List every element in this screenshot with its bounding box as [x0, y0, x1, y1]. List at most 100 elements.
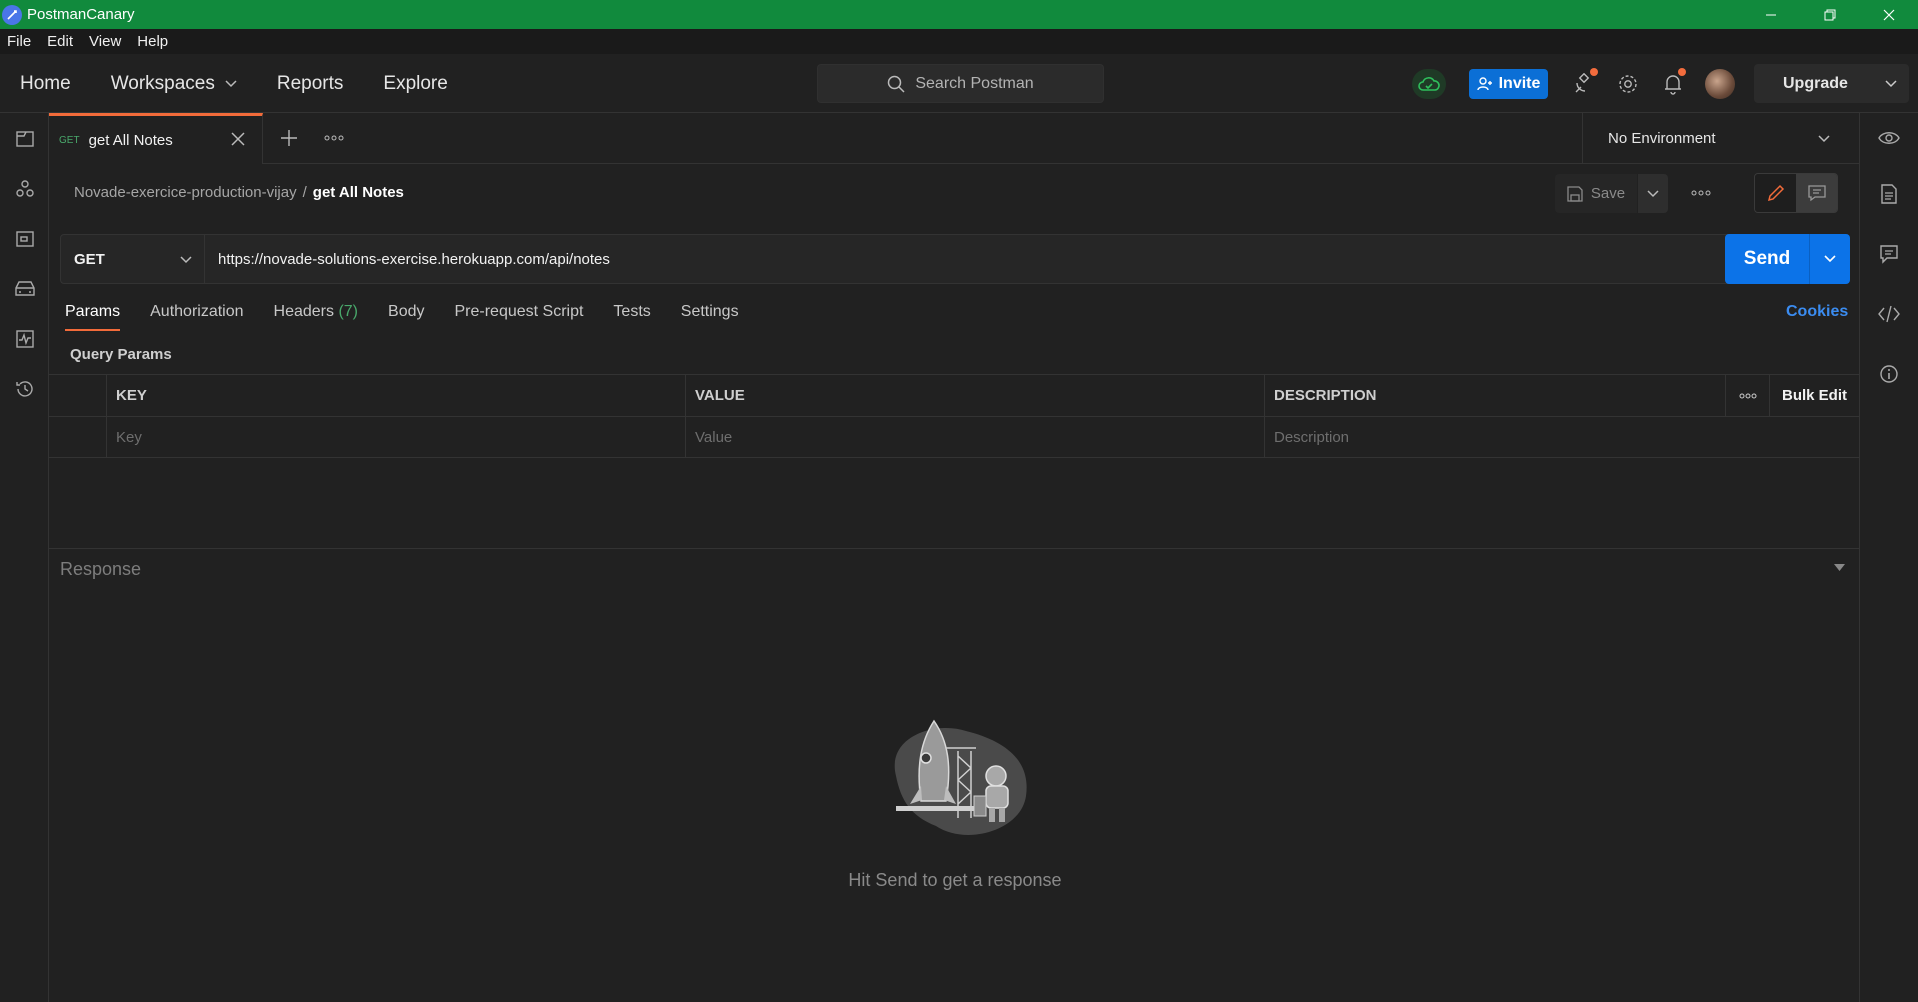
nav-workspaces[interactable]: Workspaces [111, 73, 237, 95]
menu-view[interactable]: View [89, 33, 121, 50]
query-params-title: Query Params [70, 346, 172, 363]
breadcrumb-request[interactable]: get All Notes [313, 184, 404, 201]
cloud-sync-icon[interactable] [1412, 69, 1446, 99]
view-mode-toggle [1754, 173, 1838, 213]
caret-down-icon[interactable] [1834, 564, 1845, 572]
tab-params[interactable]: Params [65, 303, 121, 333]
environment-selector[interactable]: No Environment [1582, 113, 1859, 164]
request-tab-bar: GET get All Notes No Environment [49, 113, 1859, 164]
column-key: KEY [106, 375, 685, 416]
tab-tests[interactable]: Tests [613, 303, 650, 333]
collections-icon[interactable] [13, 127, 37, 151]
save-group: Save [1555, 174, 1668, 213]
tab-prerequest-script[interactable]: Pre-request Script [454, 303, 583, 333]
save-icon [1567, 185, 1583, 202]
chevron-down-icon [1824, 255, 1836, 263]
value-input[interactable]: Value [685, 417, 1264, 458]
tab-settings[interactable]: Settings [681, 303, 739, 333]
invite-button[interactable]: Invite [1469, 69, 1548, 99]
rocket-astronaut-illustration [894, 719, 1027, 835]
comment-icon [1807, 185, 1826, 202]
menu-bar: File Edit View Help [0, 29, 1918, 54]
pencil-icon [1767, 184, 1784, 202]
method-select[interactable]: GET [60, 234, 205, 284]
menu-file[interactable]: File [7, 33, 31, 50]
chevron-down-icon [1818, 135, 1830, 143]
satellite-icon[interactable] [1572, 68, 1598, 96]
menu-edit[interactable]: Edit [47, 33, 73, 50]
title-bar: PostmanCanary [0, 0, 1918, 29]
minimize-icon[interactable] [1741, 0, 1800, 29]
send-button[interactable]: Send [1725, 234, 1850, 284]
search-bar[interactable]: Search Postman [817, 64, 1104, 103]
chevron-down-icon[interactable] [1885, 80, 1897, 88]
environments-icon[interactable] [13, 227, 37, 251]
close-window-icon[interactable] [1859, 0, 1918, 29]
row-checkbox-cell [49, 417, 106, 458]
eye-icon[interactable] [1877, 126, 1901, 150]
column-description: DESCRIPTION [1264, 375, 1725, 416]
mock-servers-icon[interactable] [13, 277, 37, 301]
menu-help[interactable]: Help [137, 33, 168, 50]
nav-reports[interactable]: Reports [277, 73, 344, 95]
tab-name: get All Notes [88, 131, 173, 149]
notification-dot [1590, 68, 1598, 76]
headers-count: (7) [338, 303, 359, 320]
main-nav: Home Workspaces Reports Explore [20, 54, 488, 113]
tab-method: GET [59, 134, 80, 146]
tab-headers[interactable]: Headers (7) [274, 303, 359, 333]
upgrade-button[interactable]: Upgrade [1754, 64, 1909, 103]
nav-explore[interactable]: Explore [383, 73, 447, 95]
history-icon[interactable] [13, 377, 37, 401]
info-icon[interactable] [1877, 362, 1901, 386]
tab-get-all-notes[interactable]: GET get All Notes [49, 113, 263, 164]
bulk-edit-button[interactable]: Bulk Edit [1769, 375, 1859, 416]
table-more-button[interactable] [1725, 375, 1769, 416]
save-label: Save [1590, 185, 1626, 202]
add-user-icon [1476, 77, 1492, 91]
more-icon[interactable] [1691, 190, 1711, 196]
tab-authorization[interactable]: Authorization [150, 303, 243, 333]
checkbox-column [49, 375, 106, 416]
app-logo-icon [2, 4, 22, 25]
breadcrumb-separator: / [302, 184, 307, 201]
key-input[interactable]: Key [106, 417, 685, 458]
description-input[interactable]: Description [1264, 417, 1859, 458]
comments-icon[interactable] [1877, 242, 1901, 266]
avatar[interactable] [1705, 69, 1735, 99]
window-title: PostmanCanary [27, 6, 135, 23]
environment-label: No Environment [1608, 130, 1716, 147]
left-sidebar [0, 113, 49, 1002]
window-controls [1741, 0, 1918, 29]
breadcrumb-collection[interactable]: Novade-exercice-production-vijay [74, 184, 297, 201]
right-sidebar [1859, 113, 1918, 1002]
response-divider[interactable] [49, 548, 1859, 549]
restore-icon[interactable] [1800, 0, 1859, 29]
monitors-icon[interactable] [13, 327, 37, 351]
more-icon[interactable] [324, 135, 344, 141]
chevron-down-icon [1647, 189, 1659, 197]
code-icon[interactable] [1877, 302, 1901, 326]
nav-workspaces-label: Workspaces [110, 72, 215, 94]
apis-icon[interactable] [13, 177, 37, 201]
comment-mode-button[interactable] [1796, 174, 1837, 212]
edit-mode-button[interactable] [1755, 174, 1796, 212]
cookies-link[interactable]: Cookies [1786, 303, 1848, 321]
add-tab-icon[interactable] [280, 129, 298, 147]
url-input[interactable]: https://novade-solutions-exercise.heroku… [205, 234, 1774, 284]
search-placeholder: Search Postman [915, 74, 1034, 92]
save-options-button[interactable] [1638, 174, 1668, 213]
close-icon[interactable] [230, 131, 246, 147]
documentation-icon[interactable] [1877, 182, 1901, 206]
nav-home[interactable]: Home [20, 73, 71, 95]
save-button[interactable]: Save [1555, 174, 1637, 213]
send-label: Send [1743, 248, 1791, 269]
breadcrumb: Novade-exercice-production-vijay / get All… [74, 184, 404, 201]
bell-icon[interactable] [1661, 68, 1686, 96]
column-value: VALUE [685, 375, 1264, 416]
gear-icon[interactable] [1616, 72, 1640, 96]
url-value: https://novade-solutions-exercise.heroku… [218, 250, 610, 268]
notification-dot [1678, 68, 1686, 76]
send-options-button[interactable] [1809, 234, 1850, 284]
tab-body[interactable]: Body [388, 303, 424, 333]
